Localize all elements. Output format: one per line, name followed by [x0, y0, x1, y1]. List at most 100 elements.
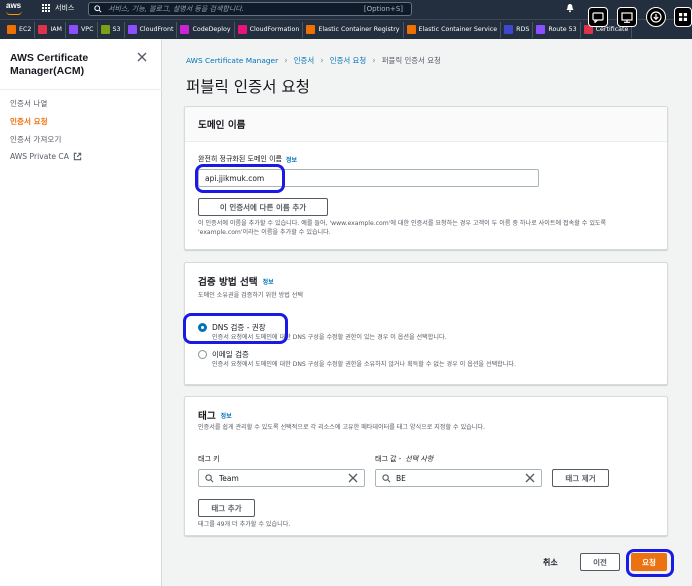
- info-link[interactable]: 정보: [286, 155, 297, 164]
- grid-overlay-icon[interactable]: [674, 7, 692, 27]
- monitor-overlay-icon[interactable]: [617, 7, 637, 27]
- clear-icon[interactable]: [525, 473, 535, 483]
- email-validation-radio[interactable]: [198, 350, 207, 359]
- bookmark-vpc[interactable]: VPC: [66, 21, 98, 38]
- search-placeholder: 서비스, 기능, 블로그, 설명서 등을 검색합니다.: [108, 5, 244, 13]
- dns-option-highlight: [183, 313, 288, 344]
- remove-tag-button[interactable]: 태그 제거: [552, 469, 609, 487]
- sidebar-item-label: 인증서 가져오기: [10, 135, 62, 144]
- bookmark-ecr[interactable]: Elastic Container Registry: [303, 21, 404, 38]
- add-another-name-button[interactable]: 이 인증서에 다른 이름 추가: [198, 198, 328, 216]
- bookmark-label: Elastic Container Service: [418, 26, 498, 33]
- close-icon[interactable]: [137, 52, 147, 62]
- domain-help-line1: 이 인증서에 이름을 추가할 수 있습니다. 예를 들어, 'www.examp…: [198, 220, 607, 227]
- domain-help-line2: 'example.com'이라는 이름을 추가할 수 있습니다.: [198, 228, 331, 236]
- sidebar-item-import-certificate[interactable]: 인증서 가져오기: [10, 134, 61, 145]
- vpc-icon: [69, 25, 78, 34]
- panel-header: 검증 방법 선택 정보: [198, 274, 274, 288]
- route53-icon: [536, 25, 546, 34]
- sidebar-item-private-ca[interactable]: AWS Private CA: [10, 152, 82, 161]
- breadcrumb: AWS Certificate Manager › 인증서 › 인증서 요청 ›…: [186, 55, 441, 66]
- cancel-button[interactable]: 취소: [543, 557, 558, 568]
- s3-icon: [100, 25, 110, 34]
- tiles-icon: [679, 13, 687, 21]
- chevron-right-icon: ›: [320, 55, 324, 66]
- bookmark-label: S3: [112, 26, 121, 33]
- services-menu[interactable]: 서비스: [42, 3, 74, 13]
- aws-logo-text: aws: [6, 1, 22, 10]
- clear-icon[interactable]: [348, 473, 358, 483]
- fqdn-label-text: 완전히 정규화된 도메인 이름: [198, 155, 282, 163]
- tag-value-value: BE: [396, 473, 406, 483]
- info-link[interactable]: 정보: [263, 277, 274, 286]
- panel-title: 검증 방법 선택: [198, 277, 258, 288]
- ec2-icon: [7, 25, 16, 34]
- bookmark-ec2[interactable]: EC2: [4, 21, 36, 38]
- request-button-highlight: [626, 549, 674, 577]
- breadcrumb-acm[interactable]: AWS Certificate Manager: [186, 56, 278, 65]
- cloudfront-icon: [127, 25, 137, 34]
- tag-value-label-text: 태그 값 -: [375, 455, 402, 463]
- sidebar-title-line2: Manager(ACM): [10, 65, 85, 77]
- tag-value-input[interactable]: BE: [375, 469, 542, 487]
- monitor-icon: [621, 11, 633, 23]
- bookmark-label: IAM: [50, 26, 62, 33]
- tag-key-input[interactable]: Team: [198, 469, 365, 487]
- domain-help-text: 이 인증서에 이름을 추가할 수 있습니다. 예를 들어, 'www.examp…: [198, 220, 660, 237]
- search-icon: [94, 5, 102, 13]
- bookmark-rds[interactable]: RDS: [501, 21, 534, 38]
- bookmark-label: EC2: [19, 26, 32, 33]
- sidebar-divider: [0, 89, 162, 90]
- ecs-icon: [406, 25, 416, 34]
- tag-key-label: 태그 키: [198, 455, 220, 463]
- chevron-right-icon: ›: [284, 55, 288, 66]
- bookmark-codedeploy[interactable]: CodeDeploy: [177, 21, 235, 38]
- bookmark-label: CloudFront: [139, 26, 174, 33]
- bookmark-label: CodeDeploy: [192, 26, 231, 33]
- breadcrumb-current: 퍼블릭 인증서 요청: [381, 56, 441, 65]
- chat-overlay-icon[interactable]: [588, 7, 608, 27]
- panel-title: 태그: [198, 411, 216, 422]
- validation-subtitle: 도메인 소유권을 검증하기 위한 방법 선택: [198, 292, 303, 299]
- tags-subtitle: 인증서를 쉽게 관리할 수 있도록 선택적으로 각 리소스에 고유한 메타데이터…: [198, 424, 485, 431]
- bookmark-ecs[interactable]: Elastic Container Service: [404, 21, 502, 38]
- bookmark-label: Elastic Container Registry: [318, 26, 400, 33]
- info-link[interactable]: 정보: [221, 411, 232, 420]
- search-shortcut: [Option+S]: [363, 5, 403, 13]
- cloudformation-icon: [237, 25, 247, 34]
- codedeploy-icon: [180, 25, 190, 34]
- bookmark-route53[interactable]: Route 53: [533, 21, 581, 38]
- search-icon: [382, 474, 391, 483]
- email-validation-label[interactable]: 이메일 검증: [212, 349, 249, 360]
- bookmark-label: RDS: [516, 26, 530, 33]
- sidebar-item-list-certificates[interactable]: 인증서 나열: [10, 98, 47, 109]
- aws-smile-icon: [6, 11, 22, 15]
- breadcrumb-request-certificate[interactable]: 인증서 요청: [330, 55, 366, 66]
- bookmark-s3[interactable]: S3: [98, 21, 125, 38]
- aws-logo[interactable]: aws: [4, 1, 32, 17]
- bookmark-cloudfront[interactable]: CloudFront: [125, 21, 178, 38]
- breadcrumb-certificates[interactable]: 인증서: [294, 55, 314, 66]
- email-validation-desc: 인증서 요청에서 도메인에 대한 DNS 구성을 수정할 권한을 소유하지 않거…: [212, 361, 516, 368]
- previous-button[interactable]: 이전: [580, 553, 620, 571]
- bookmark-cloudformation[interactable]: CloudFormation: [235, 21, 304, 38]
- tag-key-value: Team: [219, 473, 239, 483]
- sidebar-item-request-certificate[interactable]: 인증서 요청: [10, 116, 48, 127]
- external-link-icon: [73, 152, 82, 161]
- fqdn-label: 완전히 정규화된 도메인 이름 정보: [198, 154, 297, 164]
- search-icon: [205, 474, 214, 483]
- bookmark-iam[interactable]: IAM: [35, 21, 66, 38]
- download-overlay-icon[interactable]: [646, 7, 666, 27]
- add-tag-button[interactable]: 태그 추가: [198, 499, 255, 517]
- chat-bubble-icon: [592, 11, 604, 23]
- tags-limit-text: 태그를 49개 더 추가할 수 있습니다.: [198, 521, 291, 528]
- search-input[interactable]: 서비스, 기능, 블로그, 설명서 등을 검색합니다. [Option+S]: [88, 2, 412, 16]
- ecr-icon: [306, 25, 316, 34]
- rds-icon: [504, 25, 514, 34]
- chevron-right-icon: ›: [372, 55, 376, 66]
- sidebar-title-line1: AWS Certificate: [10, 52, 89, 64]
- tags-panel: 태그 정보 인증서를 쉽게 관리할 수 있도록 선택적으로 각 리소스에 고유한…: [184, 396, 668, 536]
- bell-icon[interactable]: [565, 3, 575, 13]
- bookmark-label: Certificate: [595, 26, 629, 33]
- iam-icon: [38, 25, 48, 34]
